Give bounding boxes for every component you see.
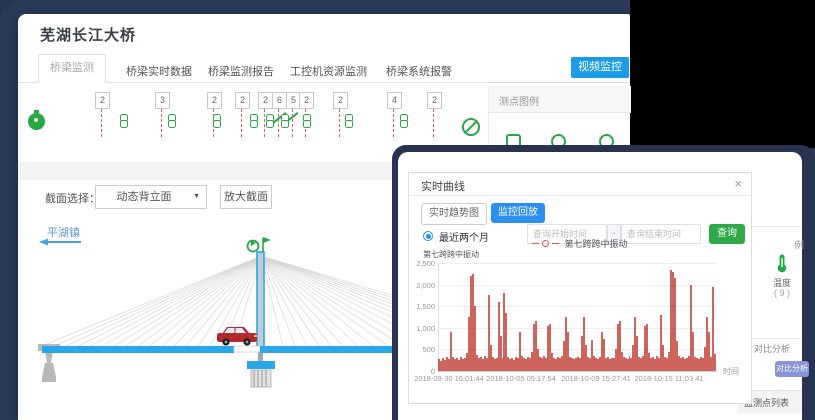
- sensor-link-icon[interactable]: [168, 114, 177, 130]
- sensor-link-icon[interactable]: [303, 114, 312, 130]
- close-icon[interactable]: ×: [734, 176, 742, 191]
- chart-plot-area: [438, 263, 716, 371]
- page-title: 芜湖长江大桥: [40, 24, 136, 45]
- y-axis-tick-label: 1,500: [409, 302, 435, 311]
- tab-monitor-playback[interactable]: 监控回放: [491, 203, 545, 223]
- dialog-title-divider: [409, 195, 751, 196]
- legend-panel-title: 测点图例: [499, 93, 539, 108]
- y-axis-tick-label: 2,500: [409, 259, 435, 268]
- sensor-count-badge: 2: [95, 92, 110, 109]
- x-axis-line: [438, 371, 717, 372]
- sensor-leader-dash: [339, 109, 340, 137]
- x-axis-tick-label: 2018-10-05 05:17:54: [483, 374, 559, 383]
- zoom-section-button[interactable]: 放大截面: [220, 185, 272, 209]
- screen: 芜湖长江大桥 桥梁监测 桥梁实时数据 桥梁监测报告 工控机资源监测 桥梁系统报警…: [0, 0, 815, 420]
- y-axis-tick-label: 2,000: [409, 281, 435, 290]
- tower-foundation: [247, 361, 275, 387]
- legend-marker-line: [552, 243, 559, 244]
- background-black-area: [630, 0, 815, 148]
- chart-bars: [438, 263, 716, 371]
- sensor-link-icon[interactable]: [250, 114, 259, 130]
- tab-bridge-monitor[interactable]: 桥梁监测: [38, 54, 106, 83]
- sensor-link-icon[interactable]: [281, 114, 290, 130]
- tab-realtime-data[interactable]: 桥梁实时数据: [126, 63, 192, 79]
- x-axis-tick-label: 2018-09-30 16:01:44: [411, 374, 487, 383]
- disabled-sensor-icon[interactable]: [462, 118, 480, 136]
- tab-monitor-report[interactable]: 桥梁监测报告: [208, 63, 274, 79]
- sensor-link-icon[interactable]: [120, 114, 129, 130]
- sensor-leader-dash: [393, 109, 394, 137]
- y-axis-tick-label: 500: [409, 345, 435, 354]
- realtime-curve-window: 测点图例 温度 ( 9 ) 对比分析 对比分析 监测点列表 实时曲线 × 实时趋…: [392, 145, 815, 420]
- section-select-label: 截面选择：: [45, 190, 100, 206]
- tab-realtime-trend[interactable]: 实时趋势图: [421, 203, 487, 225]
- deck-left: [42, 346, 234, 353]
- compare-analysis-title: 对比分析: [754, 342, 790, 355]
- sensor-count-badge: 2: [299, 92, 314, 109]
- legend-marker-line: [532, 243, 539, 244]
- divider: [752, 226, 802, 227]
- sensor-leader-dash: [101, 109, 102, 137]
- chevron-down-icon: ▼: [193, 186, 200, 208]
- realtime-curve-dialog: 实时曲线 × 实时趋势图 监控回放 最近两个月 - 查询 第七跨跨中振动 第七跨…: [408, 172, 752, 404]
- x-axis-tick-label: 2018-10-09 15:27:41: [558, 374, 634, 383]
- x-axis-title: 时间: [723, 366, 739, 377]
- side-legend-header: 测点图例: [795, 236, 808, 249]
- stopwatch-icon[interactable]: [28, 113, 45, 130]
- tab-ipc-resource-monitor[interactable]: 工控机资源监测: [290, 63, 367, 79]
- sensor-count-badge: 2: [427, 92, 442, 109]
- sensor-link-icon[interactable]: [213, 114, 222, 130]
- compare-analysis-button[interactable]: 对比分析: [775, 361, 809, 377]
- tower-top-sensor-icons: [248, 237, 272, 252]
- realtime-curve-window-body: 测点图例 温度 ( 9 ) 对比分析 对比分析 监测点列表 实时曲线 × 实时趋…: [398, 152, 802, 420]
- section-select-dropdown[interactable]: 动态背立面 ▼: [95, 185, 207, 209]
- legend-panel: 测点图例: [488, 86, 631, 146]
- tab-system-alarm[interactable]: 桥梁系统报警: [386, 63, 452, 79]
- tower: [257, 252, 264, 348]
- legend-panel-header: 测点图例: [489, 86, 631, 113]
- sensor-count-badge: 2: [235, 92, 250, 109]
- sensor-leader-dash: [241, 109, 242, 137]
- legend-series-label: 第七跨跨中振动: [564, 237, 627, 250]
- chart-bar: [714, 354, 716, 371]
- section-select-value: 动态背立面: [96, 186, 206, 208]
- sensor-link-icon[interactable]: [400, 114, 409, 130]
- sensor-leader-dash: [433, 109, 434, 137]
- sensor-leader-dash: [161, 109, 162, 137]
- sensor-count-badge: 6: [272, 92, 287, 109]
- dialog-title: 实时曲线: [421, 178, 465, 194]
- sensor-count-badge: 2: [333, 92, 348, 109]
- sensor-leader-dash: [264, 109, 265, 137]
- sensor-link-icon[interactable]: [345, 114, 354, 130]
- sensor-count-badge: 4: [387, 92, 402, 109]
- deck-gap: [234, 346, 260, 352]
- temperature-icon[interactable]: [776, 254, 788, 273]
- temperature-count: ( 9 ): [766, 288, 798, 298]
- sensor-leader-dash: [278, 109, 279, 137]
- sensor-count-badge: 2: [207, 92, 222, 109]
- sensor-count-badge: 2: [258, 92, 273, 109]
- car: [217, 327, 257, 346]
- video-monitor-button[interactable]: 视频监控: [571, 57, 629, 78]
- divider: [752, 338, 802, 339]
- legend-marker-dot: [542, 240, 549, 247]
- sensor-link-icon[interactable]: [266, 114, 275, 130]
- tab-bar: 桥梁监测 桥梁实时数据 桥梁监测报告 工控机资源监测 桥梁系统报警: [18, 54, 630, 83]
- y-axis-tick-label: 1,000: [409, 324, 435, 333]
- x-axis-tick-label: 2018-10-15 11:03:41: [631, 374, 707, 383]
- sensor-leader-dash: [292, 109, 293, 137]
- sensor-count-badge: 3: [155, 92, 170, 109]
